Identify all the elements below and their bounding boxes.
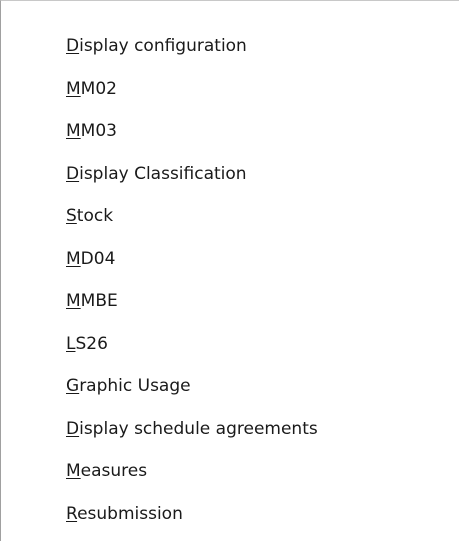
mnemonic-letter: G [66,376,80,396]
menu-item-label: isplay schedule agreements [79,418,318,439]
mnemonic-letter: M [66,461,81,481]
menu-item-display-classification[interactable]: Display Classification [66,153,318,196]
menu-item-display-schedule-agreements[interactable]: Display schedule agreements [66,408,318,451]
menu-item-label: easures [80,461,148,481]
menu-item-measures[interactable]: Measures [66,450,318,493]
mnemonic-letter: M [66,291,81,311]
mnemonic-letter: S [66,206,77,226]
mnemonic-letter: M [66,78,81,99]
menu-item-label: D04 [80,248,116,269]
context-menu: Display configuration MM02 MM03 Display … [0,0,459,541]
menu-list: Display configuration MM02 MM03 Display … [66,25,318,535]
menu-item-label: raphic Usage [79,376,191,396]
menu-item-label: isplay configuration [79,36,247,56]
menu-item-label: S26 [75,333,108,354]
menu-item-mm02[interactable]: MM02 [66,68,318,111]
menu-item-label: M03 [80,121,117,141]
menu-item-stock[interactable]: Stock [66,195,318,238]
menu-item-label: M02 [80,78,117,99]
menu-item-label: isplay Classification [79,163,247,184]
menu-item-display-configuration[interactable]: Display configuration [66,25,318,68]
menu-item-label: tock [76,206,114,226]
menu-item-graphic-usage[interactable]: Graphic Usage [66,365,318,408]
mnemonic-letter: D [66,36,80,56]
menu-item-label: esubmission [77,503,183,524]
mnemonic-letter: M [66,121,81,141]
mnemonic-letter: R [66,503,78,524]
mnemonic-letter: M [66,248,81,269]
mnemonic-letter: D [66,418,80,439]
menu-item-mm03[interactable]: MM03 [66,110,318,153]
menu-item-resubmission[interactable]: Resubmission [66,493,318,536]
menu-item-md04[interactable]: MD04 [66,238,318,281]
menu-item-mmbe[interactable]: MMBE [66,280,318,323]
mnemonic-letter: D [66,163,80,184]
menu-item-ls26[interactable]: LS26 [66,323,318,366]
menu-item-label: MBE [80,291,118,311]
